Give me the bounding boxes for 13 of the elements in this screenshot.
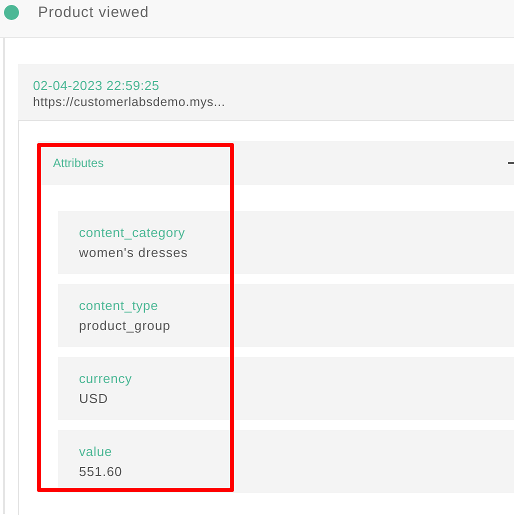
record-timestamp: 02-04-2023 22:59:25 <box>33 78 160 93</box>
attribute-key: content_type <box>79 298 493 313</box>
attribute-value: women's dresses <box>79 245 190 260</box>
attribute-key: currency <box>79 371 493 386</box>
attributes-title: Attributes <box>53 156 104 170</box>
attributes-header[interactable]: Attributes <box>38 141 514 185</box>
attribute-value: USD <box>79 391 110 406</box>
attribute-value: product_group <box>79 318 172 333</box>
record-url: https://customerlabsdemo.mys... <box>33 95 226 109</box>
attribute-key: value <box>79 444 493 459</box>
attribute-key: content_category <box>79 225 493 240</box>
event-title: Product viewed <box>38 4 149 21</box>
attribute-value: 551.60 <box>79 464 124 479</box>
